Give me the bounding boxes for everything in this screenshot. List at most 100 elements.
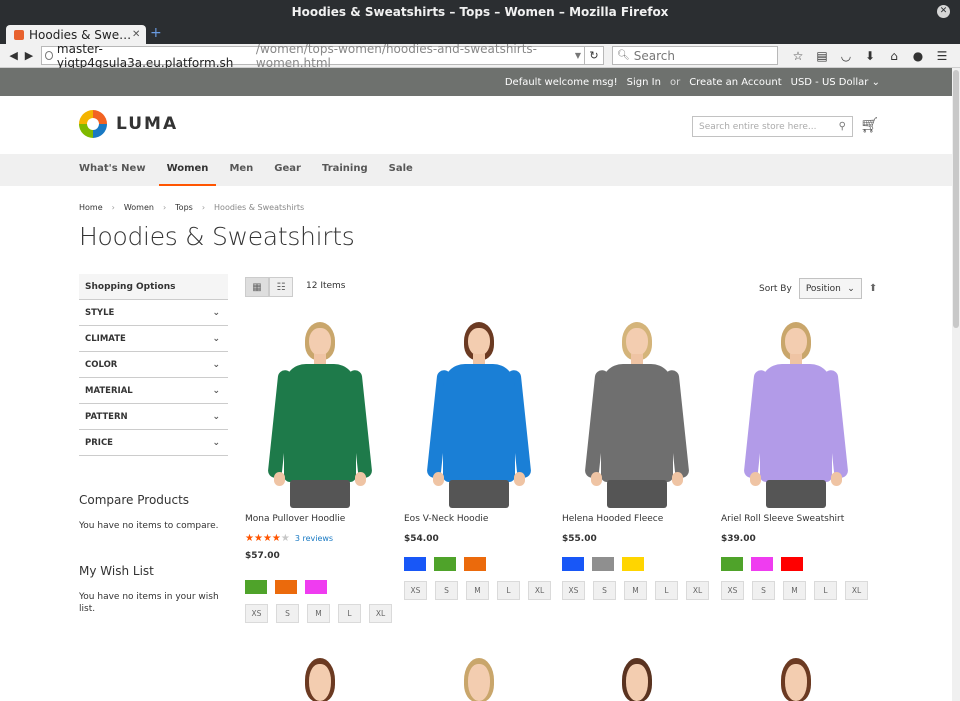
size-swatch[interactable]: XL — [686, 581, 709, 600]
sign-in-link[interactable]: Sign In — [627, 77, 661, 88]
product-image[interactable] — [562, 318, 712, 508]
product-image[interactable] — [245, 654, 395, 701]
product-item[interactable]: Mona Pullover Hoodlie ★ ★ ★ ★ ★ 3 reviews $57.0… — [245, 318, 395, 623]
nav-item-sale[interactable]: Sale — [389, 154, 413, 186]
filter-pattern[interactable]: PATTERN ⌄ — [79, 404, 228, 430]
scrollbar-thumb[interactable] — [953, 70, 959, 328]
filter-style[interactable]: STYLE ⌄ — [79, 300, 228, 326]
download-icon[interactable]: ⬇ — [858, 49, 882, 63]
menu-icon[interactable]: ☰ — [930, 49, 954, 63]
size-swatch[interactable]: XS — [404, 581, 427, 600]
color-swatch[interactable] — [434, 557, 456, 571]
filter-climate[interactable]: CLIMATE ⌄ — [79, 326, 228, 352]
sort-select[interactable]: Position ⌄ — [798, 278, 862, 299]
color-swatch[interactable] — [721, 557, 743, 571]
color-swatch[interactable] — [592, 557, 614, 571]
size-swatch[interactable]: M — [783, 581, 806, 600]
filter-color[interactable]: COLOR ⌄ — [79, 352, 228, 378]
color-swatch[interactable] — [622, 557, 644, 571]
product-name[interactable]: Eos V-Neck Hoodie — [404, 514, 554, 526]
breadcrumb-women[interactable]: Women — [124, 203, 154, 212]
browser-tab[interactable]: Hoodies & Swe… ✕ — [6, 25, 146, 44]
nav-item-gear[interactable]: Gear — [274, 154, 301, 186]
product-item[interactable]: Ariel Roll Sleeve Sweatshirt $39.00 XS S M L X… — [721, 318, 871, 600]
reading-list-icon[interactable]: ▤ — [810, 49, 834, 63]
product-image[interactable] — [721, 654, 871, 701]
color-swatch[interactable] — [781, 557, 803, 571]
bookmark-star-icon[interactable]: ☆ — [786, 49, 810, 63]
url-bar[interactable]: master-yiqtp4gsula3a.eu.platform.sh /wom… — [40, 42, 585, 70]
back-arrow-icon[interactable]: ◀ — [6, 48, 21, 64]
size-swatch[interactable]: L — [338, 604, 361, 623]
size-swatch[interactable]: M — [624, 581, 647, 600]
product-image[interactable] — [404, 318, 554, 508]
store-search-input[interactable]: Search entire store here... ⚲ — [692, 116, 853, 137]
size-swatch[interactable]: L — [814, 581, 837, 600]
reload-icon[interactable]: ↻ — [584, 46, 605, 65]
size-swatch[interactable]: L — [497, 581, 520, 600]
color-swatch[interactable] — [464, 557, 486, 571]
color-swatch[interactable] — [305, 580, 327, 594]
size-swatch[interactable]: M — [466, 581, 489, 600]
product-item[interactable]: Helena Hooded Fleece $55.00 XS S M L XL — [562, 318, 712, 600]
list-view-icon[interactable]: ☷ — [269, 277, 293, 297]
size-swatch[interactable]: M — [307, 604, 330, 623]
filter-price[interactable]: PRICE ⌄ — [79, 430, 228, 456]
size-swatch[interactable]: L — [655, 581, 678, 600]
product-item[interactable]: Eos V-Neck Hoodie $54.00 XS S M L XL — [404, 318, 554, 600]
color-swatch[interactable] — [404, 557, 426, 571]
page-scrollbar[interactable] — [952, 68, 960, 701]
tab-close-icon[interactable]: ✕ — [132, 29, 146, 40]
model-torso — [284, 364, 356, 482]
site-info-icon[interactable] — [44, 51, 53, 60]
grid-view-icon[interactable]: ▦ — [245, 277, 269, 297]
new-tab-icon[interactable]: + — [150, 25, 162, 41]
size-swatch[interactable]: XL — [528, 581, 551, 600]
product-image[interactable] — [404, 654, 554, 701]
size-swatch[interactable]: XL — [369, 604, 392, 623]
size-swatch[interactable]: S — [593, 581, 616, 600]
home-icon[interactable]: ⌂ — [882, 49, 906, 63]
color-swatch[interactable] — [275, 580, 297, 594]
cart-icon[interactable]: 🛒︎ — [860, 116, 879, 134]
create-account-link[interactable]: Create an Account — [689, 77, 781, 88]
product-name[interactable]: Helena Hooded Fleece — [562, 514, 712, 526]
color-swatch[interactable] — [562, 557, 584, 571]
size-swatch[interactable]: S — [276, 604, 299, 623]
product-name[interactable]: Mona Pullover Hoodlie — [245, 514, 395, 526]
size-swatch[interactable]: XS — [245, 604, 268, 623]
breadcrumb-home[interactable]: Home — [79, 203, 103, 212]
size-swatches: XS S M L XL — [404, 581, 554, 600]
product-image[interactable] — [562, 654, 712, 701]
window-close-icon[interactable]: ✕ — [937, 5, 950, 18]
forward-arrow-icon[interactable]: ▶ — [21, 48, 36, 64]
nav-item-women[interactable]: Women — [158, 154, 217, 186]
breadcrumb-tops[interactable]: Tops — [175, 203, 193, 212]
size-swatch[interactable]: XS — [721, 581, 744, 600]
browser-search-input[interactable]: 🔍︎ Search — [612, 46, 779, 65]
filter-material[interactable]: MATERIAL ⌄ — [79, 378, 228, 404]
luma-logo[interactable]: LUMA — [79, 110, 178, 138]
nav-item-training[interactable]: Training — [322, 154, 368, 186]
nav-item-men[interactable]: Men — [229, 154, 253, 186]
color-swatch[interactable] — [751, 557, 773, 571]
url-history-dropdown-icon[interactable]: ▼ — [575, 51, 584, 60]
chat-icon[interactable]: ● — [906, 49, 930, 63]
size-swatch[interactable]: S — [752, 581, 775, 600]
currency-switcher[interactable]: USD - US Dollar ⌄ — [791, 77, 880, 88]
product-image[interactable] — [245, 318, 395, 508]
size-swatch[interactable]: XS — [562, 581, 585, 600]
product-image[interactable] — [721, 318, 871, 508]
sort-direction-arrow-icon[interactable]: ⬆ — [869, 283, 877, 294]
size-swatch[interactable]: S — [435, 581, 458, 600]
nav-item-whats-new[interactable]: What's New — [79, 154, 146, 186]
url-path: /women/tops-women/hoodies-and-sweatshirt… — [255, 41, 537, 70]
pocket-icon[interactable]: ◡ — [834, 49, 858, 63]
product-name[interactable]: Ariel Roll Sleeve Sweatshirt — [721, 514, 871, 526]
search-icon[interactable]: ⚲ — [839, 121, 846, 132]
luma-logo-icon — [79, 110, 107, 138]
reviews-link[interactable]: 3 reviews — [295, 534, 333, 543]
size-swatch[interactable]: XL — [845, 581, 868, 600]
breadcrumb-separator-icon: › — [201, 203, 206, 212]
color-swatch[interactable] — [245, 580, 267, 594]
